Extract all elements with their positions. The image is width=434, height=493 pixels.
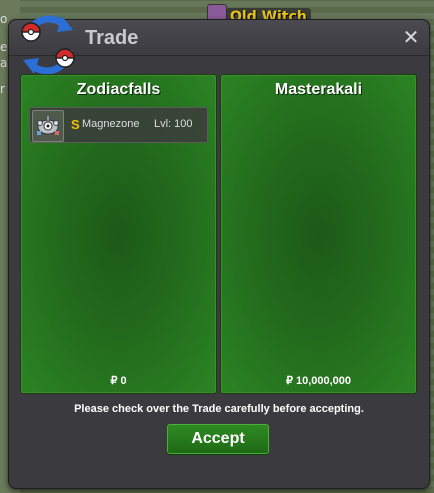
background-text-fragment: r — [0, 82, 5, 96]
trade-item-slot[interactable]: S Magnezone Lvl: 100 — [29, 107, 208, 143]
item-icon-frame — [32, 110, 64, 142]
close-button[interactable]: ✕ — [401, 26, 421, 48]
pokedollar-icon: ₽ — [110, 375, 118, 387]
item-level: Lvl: 100 — [154, 118, 193, 130]
my-offer-panel: Zodiacfalls S Magnezone Lvl: 100 ₽0 — [20, 74, 217, 394]
partner-offer-panel: Masterakali ₽10,000,000 — [220, 74, 417, 394]
accept-button[interactable]: Accept — [167, 424, 269, 454]
partner-player-name: Masterakali — [274, 81, 363, 98]
trade-exchange-icon — [21, 15, 75, 75]
my-money-offer: ₽0 — [21, 374, 216, 387]
partner-money-offer: ₽10,000,000 — [221, 374, 416, 387]
item-name: Magnezone — [82, 118, 140, 130]
background-text-fragment: o — [0, 12, 8, 26]
trade-warning-message: Please check over the Trade carefully be… — [74, 403, 364, 415]
magnezone-icon — [37, 114, 59, 135]
background-text-fragment: a — [0, 56, 8, 70]
window-title: Trade — [85, 27, 139, 49]
my-player-name: Zodiacfalls — [76, 81, 161, 98]
money-amount: 10,000,000 — [295, 375, 352, 387]
trade-window: Trade ✕ Zodiacfalls S Magnezone Lvl: 100… — [8, 15, 430, 489]
shiny-badge: S — [71, 117, 80, 132]
money-amount: 0 — [120, 375, 127, 387]
pokedollar-icon: ₽ — [285, 375, 293, 387]
background-text-fragment: e — [0, 40, 8, 54]
